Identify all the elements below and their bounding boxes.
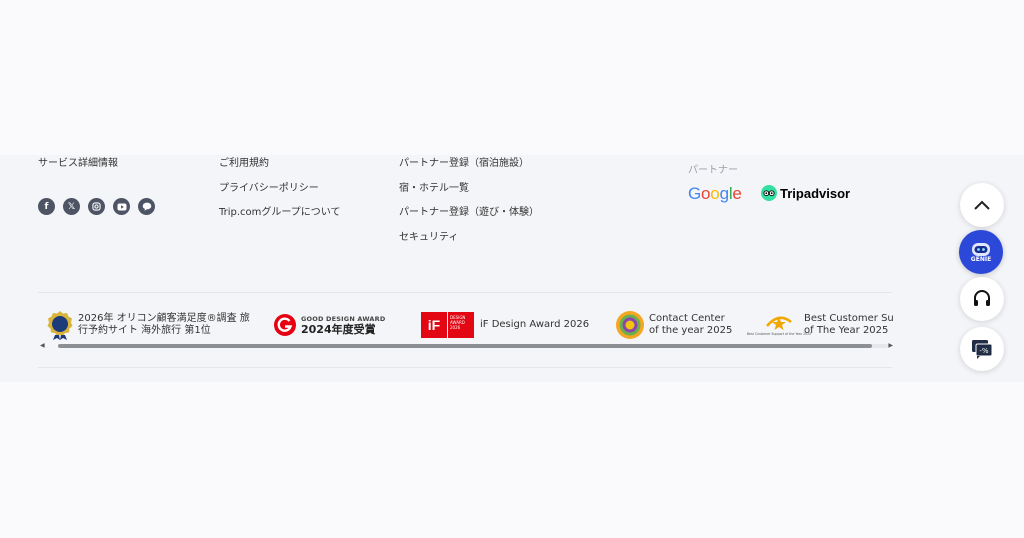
partner-registration-hotel-link[interactable]: パートナー登録（宿泊施設） (399, 158, 539, 170)
site-footer: サービス詳細情報 f 𝕏 ご利用規約 プライバシーポリシー Trip.comグル… (0, 155, 1024, 382)
if-design-badge-text: DESIGN AWARD 2026 (448, 312, 474, 338)
partner-section: パートナー (688, 158, 738, 177)
contact-center-medal-icon (616, 311, 644, 339)
security-link[interactable]: セキュリティ (399, 232, 539, 244)
scroll-left-arrow-icon[interactable]: ◀ (40, 342, 45, 349)
footer-divider-bottom (38, 367, 892, 368)
customer-support-logo: Best Customer Support of the Year 2025 (747, 314, 811, 336)
partner-label: パートナー (688, 165, 738, 176)
google-logo[interactable]: Google (688, 184, 742, 204)
award-support-line1: Best Customer Supp (804, 313, 893, 324)
headset-icon (974, 290, 990, 306)
terms-link[interactable]: ご利用規約 (219, 158, 341, 170)
if-design-badge: iF DESIGN AWARD 2026 (421, 312, 474, 338)
instagram-icon[interactable] (88, 198, 105, 215)
footer-column-policies: ご利用規約 プライバシーポリシー Trip.comグループについて (219, 158, 341, 232)
service-details-heading: サービス詳細情報 (38, 158, 118, 169)
facebook-icon[interactable]: f (38, 198, 55, 215)
footer-column-partners: パートナー登録（宿泊施設） 宿・ホテル一覧 パートナー登録（遊び・体験） セキュ… (399, 158, 539, 256)
award-good-design-line2: 2024年度受賞 (301, 322, 376, 336)
hotel-list-link[interactable]: 宿・ホテル一覧 (399, 183, 539, 195)
footer-column-service: サービス詳細情報 (38, 158, 118, 183)
tripadvisor-owl-icon (761, 185, 777, 201)
svg-text:-%: -% (979, 347, 989, 355)
award-customer-support[interactable]: Best Customer Support of the Year 2025 B… (747, 308, 893, 342)
award-contact-line1: Contact Center (649, 313, 725, 324)
award-contact-center[interactable]: Contact Center of the year 2025 (615, 308, 732, 342)
customer-support-button[interactable] (960, 277, 1004, 321)
tripadvisor-logo[interactable]: Tripadvisor (761, 185, 850, 201)
chevron-up-icon (974, 200, 990, 210)
award-if-design-text: iF Design Award 2026 (480, 319, 590, 330)
x-icon[interactable]: 𝕏 (63, 198, 80, 215)
partner-registration-activities-link[interactable]: パートナー登録（遊び・体験） (399, 207, 539, 219)
awards-scrollbar[interactable]: ◀ ▶ (38, 342, 893, 349)
award-good-design-line1: GOOD DESIGN AWARD (301, 314, 386, 323)
genie-assistant-button[interactable]: GENIE (959, 230, 1003, 274)
oricon-medal-icon (47, 311, 73, 340)
customer-support-badge-text: Best Customer Support of the Year 2025 (746, 332, 812, 336)
back-to-top-button[interactable] (960, 183, 1004, 227)
footer-divider-top (38, 292, 892, 293)
privacy-policy-link[interactable]: プライバシーポリシー (219, 183, 341, 195)
award-support-line2: of The Year 2025 (804, 325, 889, 336)
award-oricon-line1: 2026年 オリコン顧客満足度®調査 旅 (78, 313, 250, 324)
genie-robot-icon (972, 243, 990, 256)
genie-label: GENIE (970, 256, 992, 263)
award-if-design[interactable]: iF DESIGN AWARD 2026 iF Design Award 202… (421, 308, 589, 342)
tripadvisor-text: Tripadvisor (780, 185, 851, 201)
award-contact-line2: of the year 2025 (649, 325, 733, 336)
scroll-thumb[interactable] (58, 344, 872, 348)
youtube-icon[interactable] (113, 198, 130, 215)
deals-button[interactable]: -% (960, 327, 1004, 371)
if-logo-icon: iF (421, 312, 447, 338)
scroll-track[interactable] (58, 344, 888, 348)
good-design-g-mark-icon (274, 314, 296, 336)
line-icon[interactable] (138, 198, 155, 215)
about-trip-group-link[interactable]: Trip.comグループについて (219, 207, 341, 219)
awards-carousel[interactable]: 2026年 オリコン顧客満足度®調査 旅 行予約サイト 海外旅行 第1位 GOO… (38, 308, 893, 348)
scroll-right-arrow-icon[interactable]: ▶ (888, 342, 893, 349)
award-oricon-line2: 行予約サイト 海外旅行 第1位 (78, 325, 211, 336)
customer-support-star-icon (766, 316, 792, 330)
award-good-design[interactable]: GOOD DESIGN AWARD 2024年度受賞 (273, 308, 385, 342)
social-links: f 𝕏 (38, 198, 155, 215)
award-oricon[interactable]: 2026年 オリコン顧客満足度®調査 旅 行予約サイト 海外旅行 第1位 (47, 308, 250, 342)
discount-message-icon: -% (972, 340, 993, 359)
